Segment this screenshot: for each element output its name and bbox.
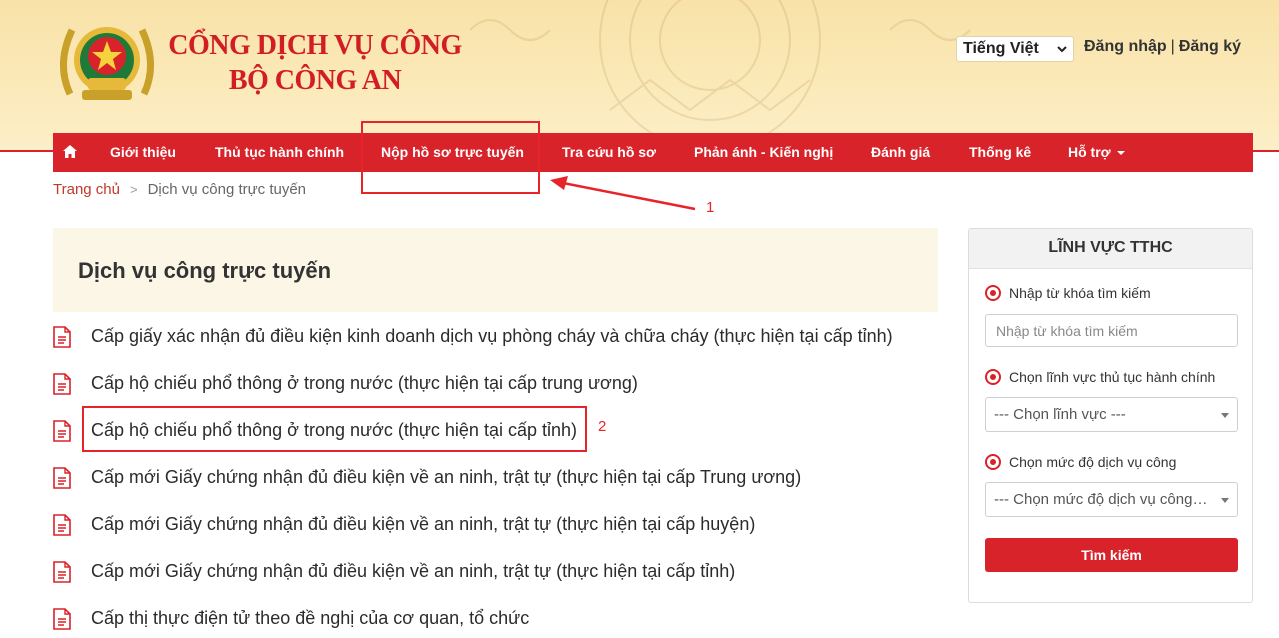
language-select[interactable]: Tiếng Việt <box>956 36 1074 62</box>
service-item-label: Cấp mới Giấy chứng nhận đủ điều kiện về … <box>91 561 736 581</box>
radio-selected-icon <box>985 454 1001 471</box>
nav-item-thong-ke[interactable]: Thống kê <box>969 133 1031 172</box>
nav-item-ho-tro-label: Hỗ trợ <box>1068 144 1111 160</box>
document-icon <box>53 608 71 630</box>
radio-keyword-label: Nhập từ khóa tìm kiếm <box>1009 285 1151 301</box>
search-button[interactable]: Tìm kiếm <box>985 538 1238 572</box>
service-item-label: Cấp giấy xác nhận đủ điều kiện kinh doan… <box>91 326 893 346</box>
annotation-box-2 <box>82 406 587 452</box>
service-item-label: Cấp mới Giấy chứng nhận đủ điều kiện về … <box>91 467 802 487</box>
service-item[interactable]: Cấp mới Giấy chứng nhận đủ điều kiện về … <box>53 457 933 497</box>
radio-keyword[interactable]: Nhập từ khóa tìm kiếm <box>985 285 1151 302</box>
radio-field-label: Chọn lĩnh vực thủ tục hành chính <box>1009 369 1216 385</box>
radio-selected-icon <box>985 285 1001 302</box>
site-header: CỔNG DỊCH VỤ CÔNG BỘ CÔNG AN Tiếng Việt … <box>0 0 1279 152</box>
page-title-panel: Dịch vụ công trực tuyến <box>53 228 938 312</box>
breadcrumb-home-link[interactable]: Trang chủ <box>53 181 120 198</box>
service-item[interactable]: Cấp mới Giấy chứng nhận đủ điều kiện về … <box>53 504 933 544</box>
site-title: CỔNG DỊCH VỤ CÔNG BỘ CÔNG AN <box>160 28 470 98</box>
sidebar-title: LĨNH VỰC TTHC <box>969 229 1252 269</box>
annotation-box-1 <box>361 121 540 194</box>
field-select[interactable]: --- Chọn lĩnh vực --- <box>985 397 1238 432</box>
nav-item-phan-anh-kien-nghi[interactable]: Phản ánh - Kiến nghị <box>694 133 833 172</box>
document-icon <box>53 420 71 442</box>
language-select-value: Tiếng Việt <box>963 40 1039 57</box>
chevron-down-icon <box>1057 46 1067 53</box>
annotation-arrow-icon <box>550 176 696 211</box>
auth-links: Đăng nhập | Đăng ký <box>1084 38 1241 56</box>
login-link[interactable]: Đăng nhập <box>1084 38 1167 55</box>
keyword-search-input[interactable] <box>985 314 1238 347</box>
filter-sidebar: LĨNH VỰC TTHC Nhập từ khóa tìm kiếm Chọn… <box>968 228 1253 603</box>
radio-selected-icon <box>985 369 1001 386</box>
annotation-label-2: 2 <box>598 418 607 435</box>
nav-item-danh-gia[interactable]: Đánh giá <box>871 133 930 172</box>
site-title-line2: BỘ CÔNG AN <box>228 65 402 96</box>
service-item-label: Cấp thị thực điện tử theo đề nghị của cơ… <box>91 608 530 628</box>
breadcrumb-current: Dịch vụ công trực tuyến <box>147 181 307 198</box>
service-item[interactable]: Cấp hộ chiếu phổ thông ở trong nước (thự… <box>53 363 933 403</box>
breadcrumb-separator: > <box>129 182 138 197</box>
police-emblem-logo <box>59 27 155 100</box>
document-icon <box>53 373 71 395</box>
service-item[interactable]: Cấp mới Giấy chứng nhận đủ điều kiện về … <box>53 551 933 591</box>
site-title-line1: CỔNG DỊCH VỤ CÔNG <box>168 30 462 61</box>
home-icon <box>63 145 77 158</box>
radio-level-label: Chọn mức độ dịch vụ công <box>1009 454 1177 470</box>
field-select-value: --- Chọn lĩnh vực --- <box>994 406 1126 423</box>
service-item[interactable]: Cấp thị thực điện tử theo đề nghị của cơ… <box>53 598 933 638</box>
register-link[interactable]: Đăng ký <box>1179 38 1241 55</box>
nav-home[interactable] <box>63 133 81 172</box>
service-item-label: Cấp mới Giấy chứng nhận đủ điều kiện về … <box>91 514 756 534</box>
nav-item-gioi-thieu[interactable]: Giới thiệu <box>110 133 176 172</box>
service-item-label: Cấp hộ chiếu phổ thông ở trong nước (thự… <box>91 373 638 393</box>
annotation-label-1: 1 <box>706 199 715 216</box>
service-level-select-value: --- Chọn mức độ dịch vụ công --- <box>994 491 1212 508</box>
service-item[interactable]: Cấp giấy xác nhận đủ điều kiện kinh doan… <box>53 316 933 356</box>
auth-separator: | <box>1170 38 1175 55</box>
document-icon <box>53 467 71 489</box>
page-title: Dịch vụ công trực tuyến <box>78 258 332 283</box>
document-icon <box>53 326 71 348</box>
radio-level[interactable]: Chọn mức độ dịch vụ công <box>985 454 1176 471</box>
nav-item-thu-tuc-hanh-chinh[interactable]: Thủ tục hành chính <box>215 133 344 172</box>
caret-down-icon <box>1116 151 1125 156</box>
nav-item-tra-cuu-ho-so[interactable]: Tra cứu hồ sơ <box>562 133 656 172</box>
dropdown-arrow-icon <box>1221 498 1229 503</box>
dropdown-arrow-icon <box>1221 413 1229 418</box>
breadcrumb: Trang chủ > Dịch vụ công trực tuyến <box>53 181 306 198</box>
radio-field[interactable]: Chọn lĩnh vực thủ tục hành chính <box>985 369 1215 386</box>
nav-item-ho-tro[interactable]: Hỗ trợ <box>1068 133 1125 172</box>
document-icon <box>53 561 71 583</box>
document-icon <box>53 514 71 536</box>
main-nav: Giới thiệu Thủ tục hành chính Nộp hồ sơ … <box>53 133 1253 172</box>
service-level-select[interactable]: --- Chọn mức độ dịch vụ công --- <box>985 482 1238 517</box>
